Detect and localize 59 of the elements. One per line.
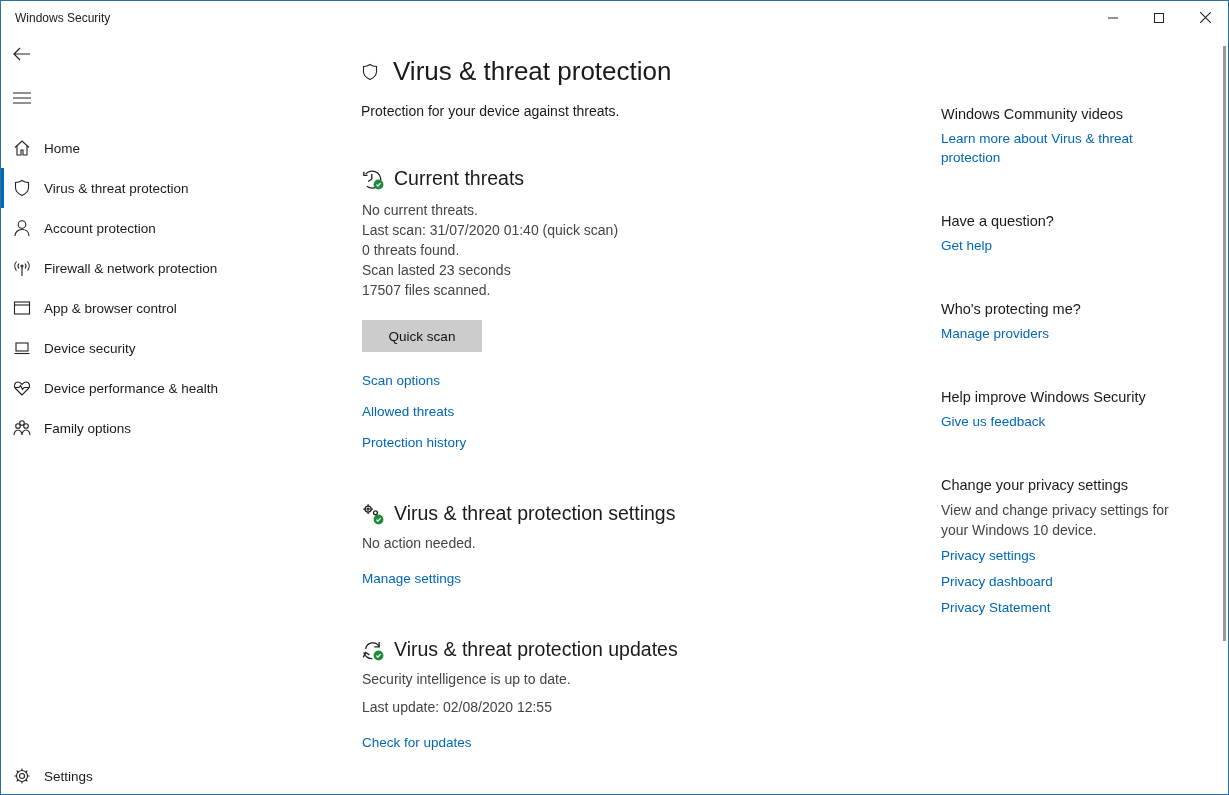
link[interactable]: Get help [941, 236, 993, 255]
sidebar-item[interactable]: Account protection [1, 208, 301, 248]
link[interactable]: Check for updates [362, 733, 472, 752]
status-text: Last scan: 31/07/2020 01:40 (quick scan) [362, 221, 620, 240]
page-title: Virus & threat protection [393, 56, 672, 87]
menu-icon [13, 92, 31, 104]
gears-check-icon [362, 502, 384, 525]
section-title: Virus & threat protection updates [394, 638, 678, 661]
browser-window-icon [13, 299, 31, 317]
sidebar-item[interactable]: Device security [1, 328, 301, 368]
link[interactable]: Manage settings [362, 569, 462, 588]
shield-icon [13, 179, 31, 197]
status-text: 17507 files scanned. [362, 281, 492, 300]
link[interactable]: Give us feedback [941, 412, 1046, 431]
home-icon [13, 139, 31, 157]
link[interactable]: Manage providers [941, 324, 1050, 343]
link[interactable]: Scan options [362, 371, 441, 390]
settings-icon [13, 767, 31, 785]
family-icon [13, 419, 31, 437]
link[interactable]: Protection history [362, 433, 467, 452]
window-title: Windows Security [14, 10, 111, 25]
aside-heading: Windows Community videos [941, 106, 1124, 122]
sidebar-item[interactable]: Device performance & health [1, 368, 301, 408]
link[interactable]: Privacy settings [941, 546, 1036, 565]
scan-button[interactable]: Quick scan [362, 320, 482, 352]
status-text: No current threats. [362, 201, 479, 220]
section-title: Current threats [394, 167, 525, 190]
scrollbar[interactable] [1223, 46, 1226, 641]
settings-item[interactable]: Settings [1, 756, 301, 794]
person-icon [13, 219, 31, 237]
antenna-icon [13, 259, 31, 277]
link[interactable]: Allowed threats [362, 402, 455, 421]
page-subtitle: Protection for your device against threats. [361, 103, 621, 119]
aside-heading: Help improve Windows Security [941, 389, 1146, 405]
status-text: Last update: 02/08/2020 12:55 [362, 698, 553, 717]
aside-heading: Who's protecting me? [941, 301, 1081, 317]
status-text: 0 threats found. [362, 241, 461, 260]
status-text: No action needed. [362, 534, 477, 553]
heart-pulse-icon [13, 379, 31, 397]
back-arrow-icon [13, 47, 31, 61]
section-title: Virus & threat protection settings [394, 502, 676, 525]
aside-heading: Have a question? [941, 213, 1054, 229]
link[interactable]: Privacy dashboard [941, 572, 1053, 591]
shield-icon [361, 62, 379, 81]
close-icon [1199, 12, 1211, 23]
sidebar-item[interactable]: App & browser control [1, 288, 301, 328]
status-text: Security intelligence is up to date. [362, 670, 572, 689]
aside-heading: Change your privacy settings [941, 477, 1128, 493]
sidebar-item[interactable]: Virus & threat protection [1, 168, 301, 208]
aside-text: View and change privacy settings for your Windows 10 device. [941, 501, 1170, 540]
status-text: Scan lasted 23 seconds [362, 261, 512, 280]
sidebar-item[interactable]: Home [1, 128, 301, 168]
link[interactable]: Privacy Statement [941, 598, 1051, 617]
laptop-icon [13, 339, 31, 357]
maximize-icon [1154, 12, 1164, 23]
clock-check-icon [362, 167, 384, 190]
sidebar-item[interactable]: Family options [1, 408, 301, 448]
link[interactable]: Learn more about Virus & threat protection [941, 129, 1181, 167]
sidebar-item[interactable]: Firewall & network protection [1, 248, 301, 288]
